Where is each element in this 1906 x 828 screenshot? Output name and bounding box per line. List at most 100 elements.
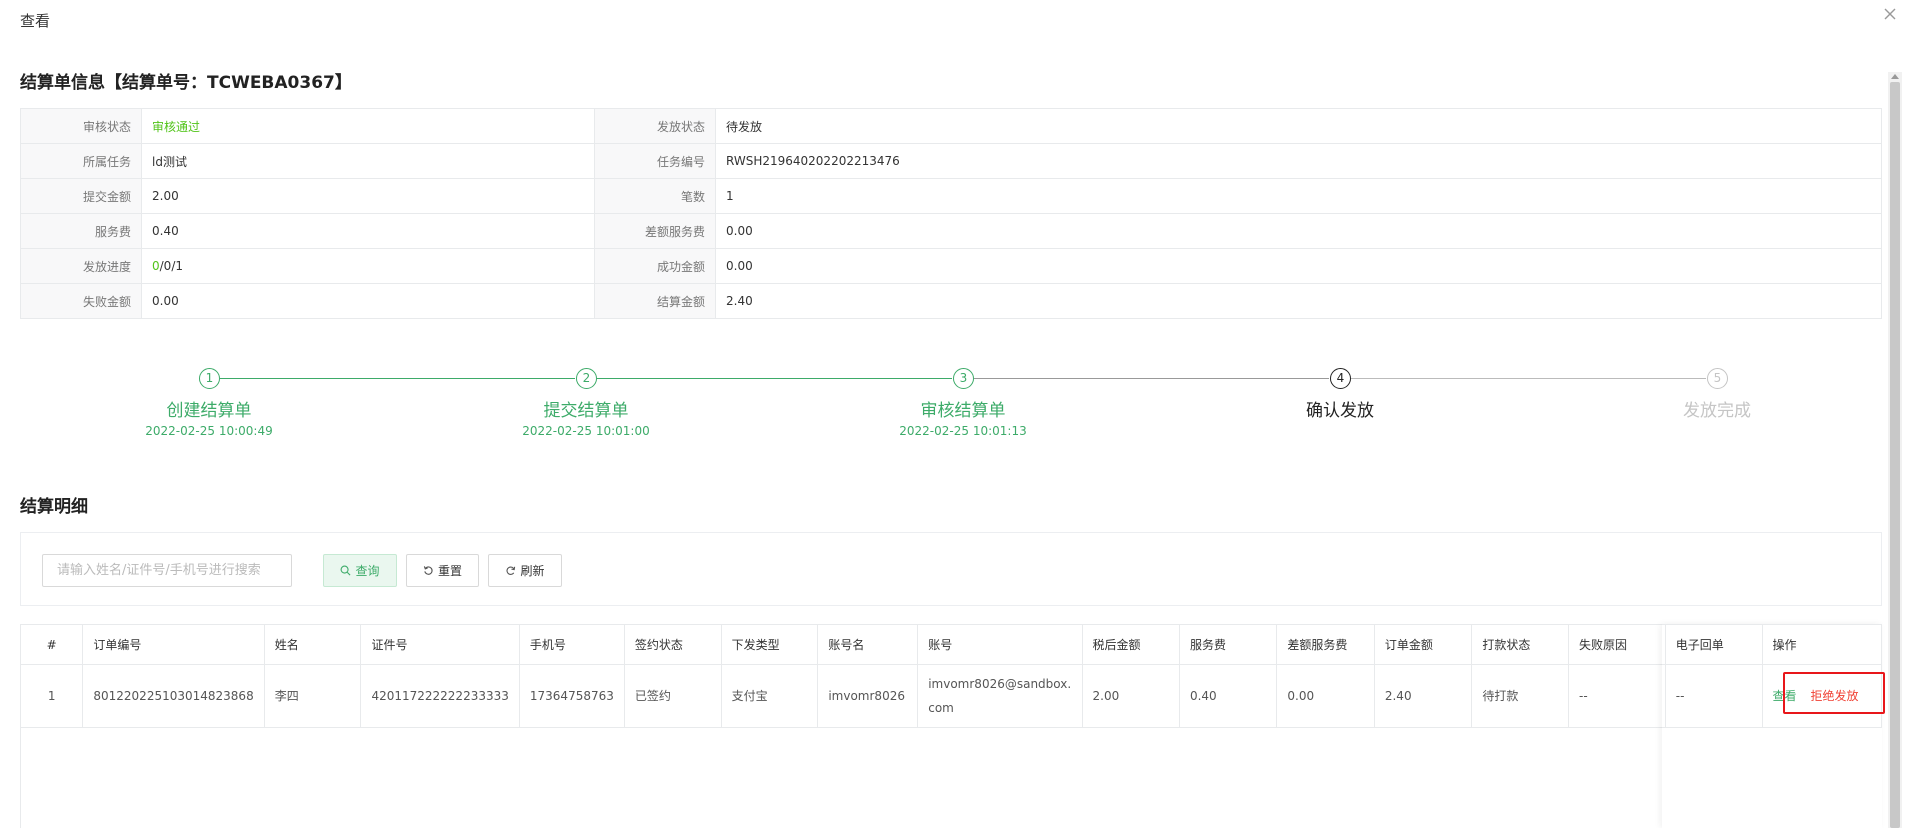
column-header: 证件号 bbox=[360, 624, 520, 665]
step-time: 2022-02-25 10:01:00 bbox=[522, 424, 650, 438]
cell-pay-type: 支付宝 bbox=[720, 664, 819, 728]
search-icon bbox=[341, 565, 351, 576]
cell-order-no: 801220225103014823868 bbox=[82, 664, 265, 728]
info-value: RWSH219640202202213476 bbox=[715, 143, 1882, 179]
info-row: 发放进度 0/0/1 成功金额 0.00 bbox=[20, 248, 1882, 284]
search-input[interactable] bbox=[42, 554, 292, 587]
settlement-info-table: 审核状态 审核通过 发放状态 待发放 所属任务 ld测试 任务编号 RWSH219640202… bbox=[20, 108, 1882, 319]
info-value: 0.00 bbox=[141, 283, 595, 319]
info-label: 提交金额 bbox=[20, 178, 142, 214]
step-time: 2022-02-25 10:01:13 bbox=[899, 424, 1027, 438]
info-value: 0.00 bbox=[715, 248, 1882, 284]
info-row: 所属任务 ld测试 任务编号 RWSH219640202202213476 bbox=[20, 143, 1882, 179]
column-header: 打款状态 bbox=[1471, 624, 1570, 665]
column-header: 账号 bbox=[917, 624, 1083, 665]
reset-icon bbox=[423, 566, 433, 575]
query-button[interactable]: 查询 bbox=[323, 554, 397, 587]
dialog-title: 查看 bbox=[20, 12, 51, 30]
step-time: 2022-02-25 10:00:49 bbox=[145, 424, 273, 438]
column-header: 差额服务费 bbox=[1276, 624, 1375, 665]
scroll-up-arrow-icon[interactable] bbox=[1891, 74, 1899, 79]
column-header: # bbox=[19, 624, 84, 665]
column-header: 账号名 bbox=[817, 624, 919, 665]
info-label: 成功金额 bbox=[594, 248, 716, 284]
step-number-icon: 1 bbox=[199, 368, 220, 389]
info-value: 2.40 bbox=[715, 283, 1882, 319]
cell-id-no: 420117222222233333 bbox=[360, 664, 520, 728]
info-label: 服务费 bbox=[20, 213, 142, 249]
step-title: 提交结算单 bbox=[543, 401, 629, 421]
table-row: 1 801220225103014823868 李四 4201172222222333… bbox=[19, 664, 1883, 728]
cell-diff-fee: 0.00 bbox=[1276, 664, 1375, 728]
cell-phone: 17364758763 bbox=[518, 664, 625, 728]
info-value: 待发放 bbox=[715, 108, 1882, 144]
column-header: 订单编号 bbox=[82, 624, 265, 665]
cell-receipt: -- bbox=[1664, 664, 1763, 728]
step-title: 创建结算单 bbox=[166, 401, 252, 421]
table-empty-area bbox=[20, 728, 1882, 828]
cell-after-tax: 2.00 bbox=[1081, 664, 1180, 728]
step-title: 审核结算单 bbox=[920, 401, 1006, 421]
column-header: 订单金额 bbox=[1373, 624, 1473, 665]
refresh-label: 刷新 bbox=[520, 564, 545, 578]
info-row: 服务费 0.40 差额服务费 0.00 bbox=[20, 213, 1882, 249]
cell-order-amount: 2.40 bbox=[1373, 664, 1473, 728]
info-value: 2.00 bbox=[141, 178, 595, 214]
step-number-icon: 2 bbox=[576, 368, 597, 389]
dialog-header: 查看 bbox=[0, 0, 1906, 40]
info-value: 1 bbox=[715, 178, 1882, 214]
info-value: ld测试 bbox=[141, 143, 595, 179]
step-title: 发放完成 bbox=[1683, 401, 1751, 421]
info-label: 笔数 bbox=[594, 178, 716, 214]
step-number-icon: 4 bbox=[1330, 368, 1351, 389]
cell-account: imvomr8026@sandbox.com bbox=[917, 664, 1083, 728]
step-connector bbox=[1351, 378, 1706, 379]
info-label: 发放状态 bbox=[594, 108, 716, 144]
info-label: 任务编号 bbox=[594, 143, 716, 179]
reset-button[interactable]: 重置 bbox=[406, 554, 479, 587]
info-label: 审核状态 bbox=[20, 108, 142, 144]
column-header: 失败原因 bbox=[1568, 624, 1666, 665]
info-row: 提交金额 2.00 笔数 1 bbox=[20, 178, 1882, 214]
close-icon[interactable] bbox=[1880, 4, 1900, 24]
cell-pay-status: 待打款 bbox=[1471, 664, 1570, 728]
step-number-icon: 3 bbox=[953, 368, 974, 389]
column-header: 姓名 bbox=[263, 624, 362, 665]
cell-idx: 1 bbox=[19, 664, 84, 728]
refresh-button[interactable]: 刷新 bbox=[488, 554, 562, 587]
detail-title: 结算明细 bbox=[20, 497, 88, 517]
search-panel: 查询 重置 刷新 bbox=[20, 532, 1882, 606]
info-value: 0/0/1 bbox=[141, 248, 595, 284]
step-title: 确认发放 bbox=[1306, 401, 1374, 421]
column-header: 税后金额 bbox=[1081, 624, 1180, 665]
detail-table: # 订单编号 姓名 证件号 手机号 签约状态 下发类型 账号名 账号 税后金额 服务费 差额服务费 订单… bbox=[19, 624, 1883, 728]
step-connector bbox=[974, 378, 1329, 379]
column-header: 下发类型 bbox=[720, 624, 819, 665]
info-label: 所属任务 bbox=[20, 143, 142, 179]
info-label: 失败金额 bbox=[20, 283, 142, 319]
cell-name: 李四 bbox=[263, 664, 362, 728]
cell-fail-reason: -- bbox=[1568, 664, 1666, 728]
info-value: 0.00 bbox=[715, 213, 1882, 249]
progress-rest: /0/1 bbox=[159, 259, 183, 273]
column-header: 签约状态 bbox=[623, 624, 722, 665]
info-row: 失败金额 0.00 结算金额 2.40 bbox=[20, 283, 1882, 319]
cell-sign-status: 已签约 bbox=[623, 664, 722, 728]
progress-done-count: 0 bbox=[152, 259, 160, 273]
cell-service-fee: 0.40 bbox=[1178, 664, 1278, 728]
progress-steps: 1 创建结算单 2022-02-25 10:00:49 2 提交结算单 2022-02-2… bbox=[0, 360, 1906, 460]
info-label: 差额服务费 bbox=[594, 213, 716, 249]
info-label: 结算金额 bbox=[594, 283, 716, 319]
column-header: 手机号 bbox=[518, 624, 625, 665]
info-value: 0.40 bbox=[141, 213, 595, 249]
cell-account-name: imvomr8026 bbox=[817, 664, 919, 728]
column-header: 电子回单 bbox=[1664, 624, 1763, 665]
reset-label: 重置 bbox=[437, 564, 462, 578]
info-value: 审核通过 bbox=[141, 108, 595, 144]
settlement-title: 结算单信息【结算单号：TCWEBA0367】 bbox=[20, 73, 352, 93]
query-label: 查询 bbox=[355, 564, 380, 578]
step-connector bbox=[220, 378, 575, 379]
step-connector bbox=[597, 378, 952, 379]
column-header: 服务费 bbox=[1178, 624, 1278, 665]
info-row: 审核状态 审核通过 发放状态 待发放 bbox=[20, 108, 1882, 144]
